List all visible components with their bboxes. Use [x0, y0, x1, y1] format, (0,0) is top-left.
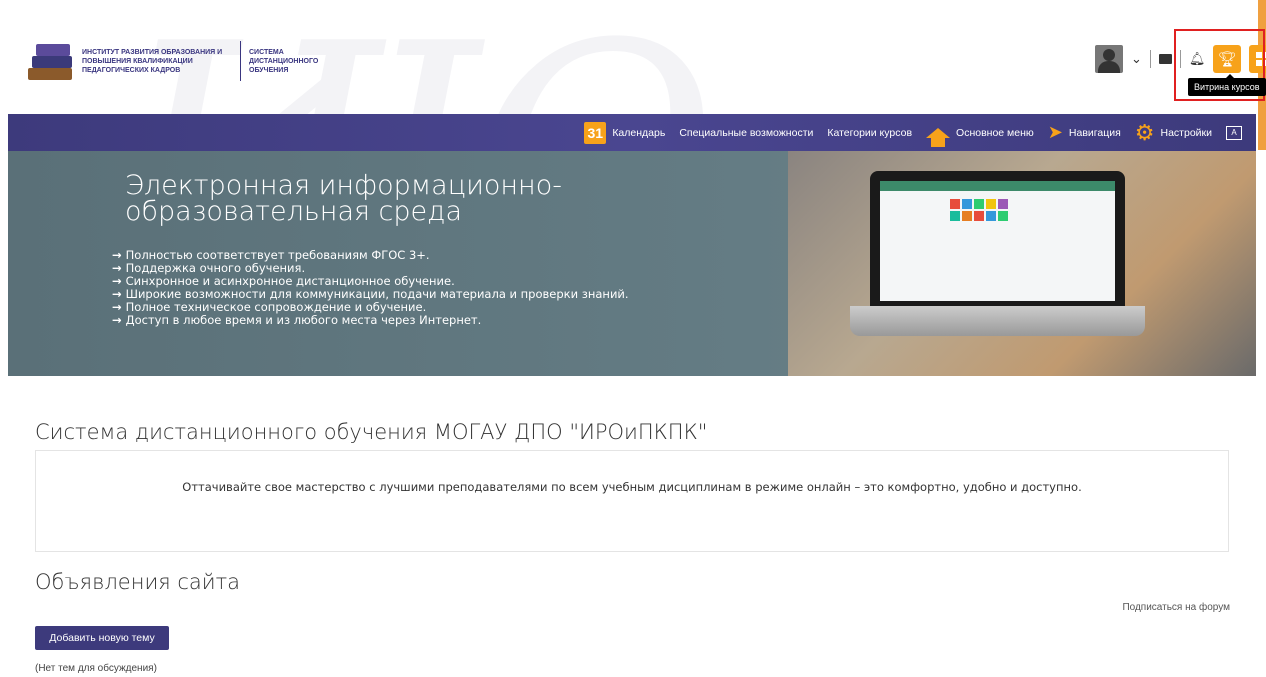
- tooltip: Витрина курсов: [1188, 74, 1266, 96]
- logo-divider: [240, 41, 241, 81]
- news-title: Объявления сайта: [35, 570, 241, 594]
- books-logo-icon: [28, 40, 74, 82]
- nav-item-main-menu[interactable]: Основное меню: [926, 126, 1034, 147]
- page-header: Институт развития образования и повышени…: [0, 0, 1266, 114]
- nav-label: Категории курсов: [827, 126, 913, 139]
- chevron-down-icon[interactable]: ⌄: [1131, 51, 1142, 67]
- nav-label: Настройки: [1160, 126, 1213, 139]
- laptop-image: [850, 171, 1145, 336]
- banner-title: Электронная информационно- образовательн…: [125, 172, 562, 227]
- home-icon: [926, 127, 951, 147]
- nav-label: Навигация: [1068, 126, 1121, 139]
- logo-institute-name: Институт развития образования и повышени…: [82, 48, 223, 74]
- list-item: Доступ в любое время и из любого места ч…: [112, 314, 629, 327]
- welcome-text: Оттачивайте свое мастерство с лучшими пр…: [182, 480, 1082, 494]
- main-navbar: 31 Календарь Специальные возможности Кат…: [8, 114, 1256, 151]
- nav-label: Основное меню: [956, 126, 1034, 139]
- nav-item-navigation[interactable]: ➤ Навигация: [1048, 122, 1121, 143]
- nav-item-course-categories[interactable]: Категории курсов: [827, 127, 912, 139]
- avatar[interactable]: [1095, 45, 1123, 73]
- banner-title-line: образовательная среда: [125, 196, 462, 227]
- no-topics-text: (Нет тем для обсуждения): [35, 663, 157, 674]
- nav-label: Календарь: [612, 126, 666, 139]
- nav-item-settings[interactable]: ⚙ Настройки: [1134, 119, 1213, 145]
- welcome-box: Оттачивайте свое мастерство с лучшими пр…: [35, 450, 1229, 552]
- divider: [1149, 50, 1151, 68]
- logo-system-name: Система дистанционного обучения: [249, 48, 319, 74]
- site-logo[interactable]: Институт развития образования и повышени…: [28, 40, 319, 82]
- navigation-icon: ➤: [1047, 122, 1063, 142]
- nav-label: Специальные возможности: [679, 126, 814, 139]
- gear-icon: ⚙: [1134, 119, 1155, 145]
- subscribe-link[interactable]: Подписаться на форум: [1122, 602, 1230, 613]
- language-icon: A: [1226, 125, 1242, 140]
- nav-item-accessibility[interactable]: Специальные возможности: [679, 127, 813, 139]
- banner-feature-list: Полностью соответствует требованиям ФГОС…: [112, 249, 629, 327]
- message-icon[interactable]: [1158, 54, 1172, 64]
- nav-item-calendar[interactable]: 31 Календарь: [584, 121, 666, 144]
- calendar-icon: 31: [584, 121, 607, 144]
- page-title: Система дистанционного обучения МОГАУ ДП…: [35, 420, 708, 444]
- nav-item-language[interactable]: A: [1226, 125, 1242, 140]
- add-topic-button[interactable]: Добавить новую тему: [35, 626, 169, 650]
- hero-banner: Электронная информационно- образовательн…: [8, 151, 1256, 376]
